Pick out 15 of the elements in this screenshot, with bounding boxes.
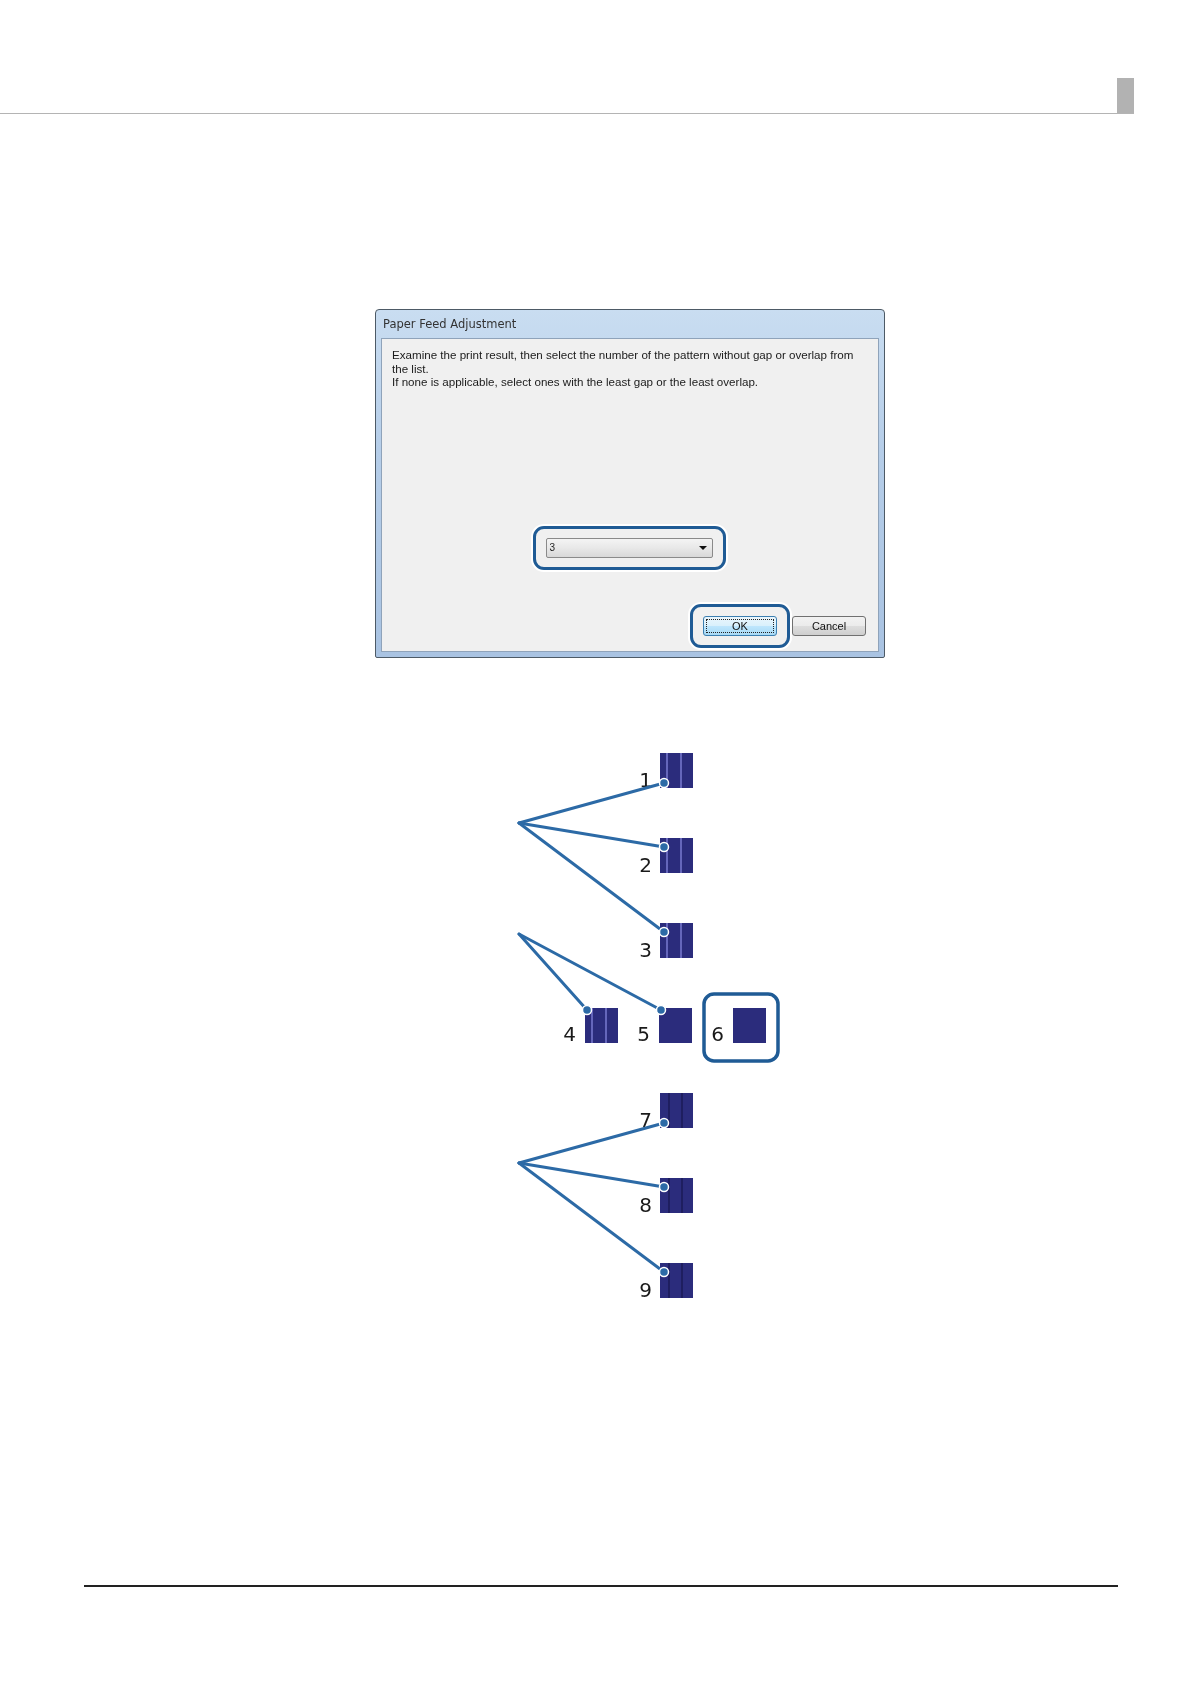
pattern-number: 9 <box>639 1278 652 1302</box>
pattern-number: 2 <box>639 853 652 877</box>
dropdown[interactable]: 3 <box>545 537 713 558</box>
dialog-button[interactable]: OK <box>703 616 777 636</box>
window-title: Paper Feed Adjustment <box>383 317 517 331</box>
pattern-number: 6 <box>711 1022 724 1046</box>
message-text: If none is applicable, select ones with the least gap or the least overlap. <box>392 375 760 389</box>
pattern-number: 5 <box>637 1022 650 1046</box>
caret-down-icon <box>698 545 707 550</box>
pattern-number: 4 <box>563 1022 576 1046</box>
message-text: Examine the print result, then select the number of the pattern without gap or overlap from the list. <box>392 348 855 375</box>
pattern-number: 7 <box>639 1108 652 1132</box>
pattern-number: 3 <box>639 938 652 962</box>
pattern-number: 8 <box>639 1193 652 1217</box>
dialog-button[interactable]: Cancel <box>792 616 866 636</box>
